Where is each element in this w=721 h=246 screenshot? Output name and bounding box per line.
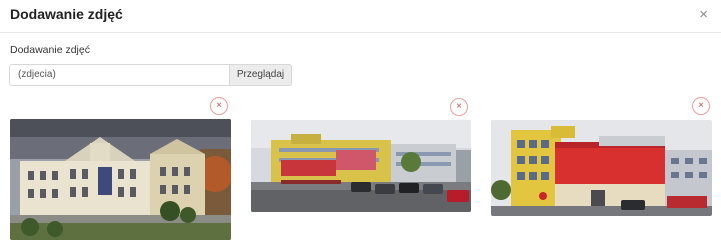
file-picker: (zdjecia) Przeglądaj: [9, 64, 292, 86]
modal-title: Dodawanie zdjęć: [10, 6, 123, 22]
close-icon[interactable]: ×: [699, 6, 708, 23]
photos-field-label: Dodawanie zdjęć: [10, 44, 90, 56]
historic-building-image: [10, 119, 231, 240]
school-red-facade-image: [491, 120, 712, 216]
remove-photo-2-button[interactable]: ×: [450, 98, 468, 116]
photo-thumbnail-2: [251, 120, 471, 212]
remove-photo-1-button[interactable]: ×: [210, 97, 228, 115]
add-photos-modal: Dodawanie zdjęć × Dodawanie zdjęć (zdjec…: [0, 0, 721, 246]
file-input[interactable]: (zdjecia): [9, 64, 229, 86]
browse-button[interactable]: Przeglądaj: [229, 64, 292, 86]
photo-thumbnail-3: [491, 120, 712, 216]
photo-thumbnail-1: [10, 119, 231, 240]
modal-header: Dodawanie zdjęć ×: [0, 0, 721, 33]
remove-photo-3-button[interactable]: ×: [692, 97, 710, 115]
school-parking-image: [251, 120, 471, 212]
